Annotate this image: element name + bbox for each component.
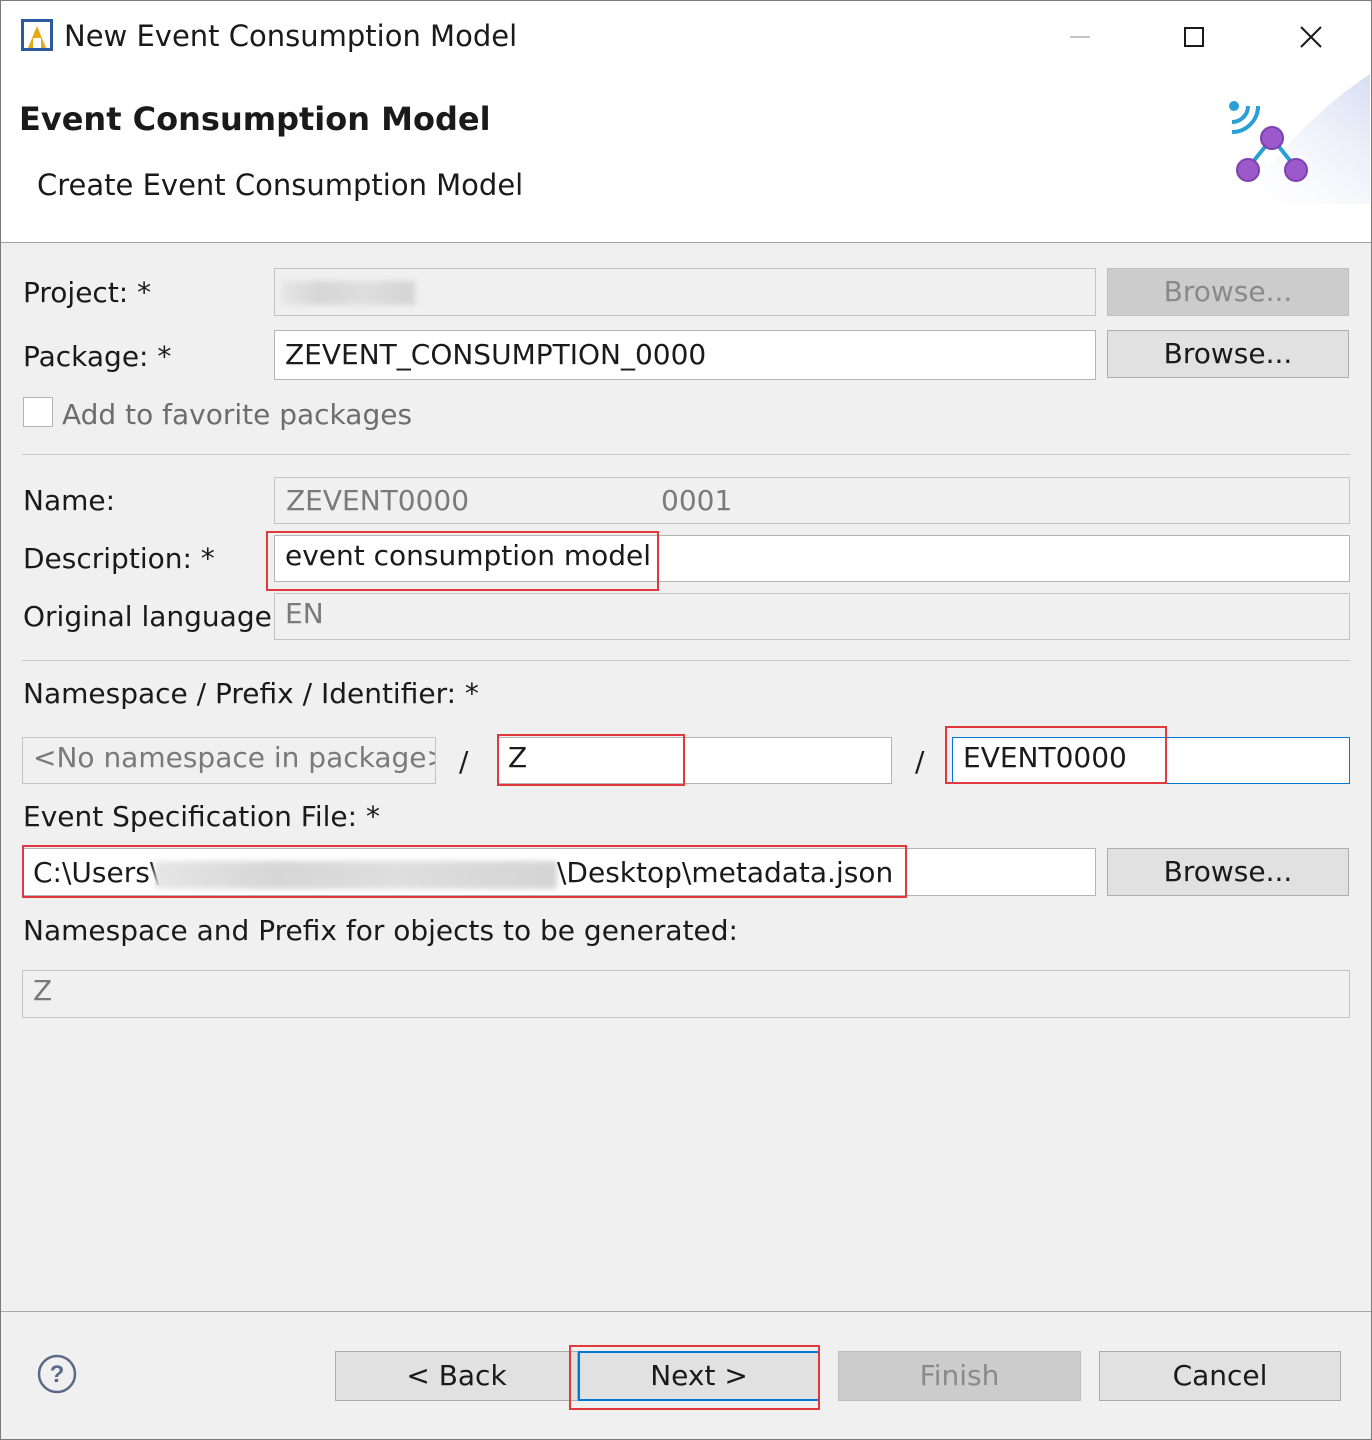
identifier-input[interactable]: EVENT0000 xyxy=(952,737,1350,784)
minimize-icon xyxy=(1070,36,1090,38)
event-network-icon xyxy=(1220,74,1370,206)
footer-separator xyxy=(1,1311,1371,1312)
close-button[interactable] xyxy=(1253,1,1369,73)
redacted-project xyxy=(281,281,415,305)
package-browse-button[interactable]: Browse... xyxy=(1107,330,1349,378)
project-field xyxy=(274,268,1096,316)
redacted-username xyxy=(155,861,557,889)
namespace-separator: / xyxy=(459,745,469,778)
namespace-label: Namespace / Prefix / Identifier: * xyxy=(23,677,479,710)
spec-file-input[interactable]: C:\Users\ \Desktop\metadata.json xyxy=(22,848,1096,896)
spec-file-path-start: C:\Users\ xyxy=(33,856,160,889)
name-field: ZEVENT0000 0001 xyxy=(274,477,1350,524)
generated-prefix-field: Z xyxy=(22,970,1350,1018)
separator xyxy=(22,454,1350,455)
description-label: Description: * xyxy=(23,542,215,575)
namespace-field: <No namespace in package> xyxy=(22,737,436,784)
name-value-part2: 0001 xyxy=(661,484,733,517)
finish-button[interactable]: Finish xyxy=(838,1351,1081,1401)
favorite-label: Add to favorite packages xyxy=(62,398,413,431)
back-button[interactable]: < Back xyxy=(335,1351,578,1401)
name-value-part1: ZEVENT0000 xyxy=(286,484,470,517)
language-label: Original language: xyxy=(23,600,282,633)
help-icon: ? xyxy=(37,1354,77,1394)
app-icon xyxy=(20,18,54,52)
prefix-separator: / xyxy=(915,745,925,778)
svg-text:?: ? xyxy=(50,1361,65,1388)
language-field: EN xyxy=(274,593,1350,640)
next-button[interactable]: Next > xyxy=(578,1351,820,1401)
prefix-input[interactable]: Z xyxy=(497,737,892,784)
package-label: Package: * xyxy=(23,340,172,373)
wizard-title: Event Consumption Model xyxy=(19,100,491,138)
project-browse-button[interactable]: Browse... xyxy=(1107,268,1349,316)
close-icon xyxy=(1300,26,1322,48)
cancel-button[interactable]: Cancel xyxy=(1099,1351,1341,1401)
window-title: New Event Consumption Model xyxy=(64,19,518,53)
generated-prefix-label: Namespace and Prefix for objects to be g… xyxy=(23,914,738,947)
spec-file-browse-button[interactable]: Browse... xyxy=(1107,848,1349,896)
description-input[interactable]: event consumption model xyxy=(274,535,1350,582)
package-input[interactable]: ZEVENT_CONSUMPTION_0000 xyxy=(274,330,1096,380)
favorite-checkbox[interactable] xyxy=(23,397,53,427)
minimize-button[interactable] xyxy=(1022,1,1138,73)
separator xyxy=(22,660,1350,661)
spec-file-label: Event Specification File: * xyxy=(23,800,380,833)
spec-file-path-end: \Desktop\metadata.json xyxy=(557,856,894,889)
maximize-button[interactable] xyxy=(1136,1,1252,73)
project-label: Project: * xyxy=(23,276,152,309)
name-label: Name: xyxy=(23,484,116,517)
wizard-subtitle: Create Event Consumption Model xyxy=(37,168,524,202)
help-button[interactable]: ? xyxy=(37,1354,77,1394)
maximize-icon xyxy=(1184,27,1204,47)
